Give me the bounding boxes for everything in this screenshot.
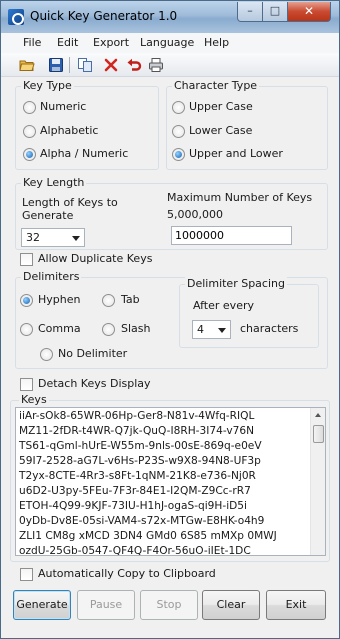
- length-of-keys-label: Length of Keys to Generate: [22, 196, 118, 222]
- undo-icon[interactable]: [126, 57, 142, 73]
- delimiter-hyphen-label[interactable]: Hyphen: [38, 293, 80, 306]
- detach-keys-label[interactable]: Detach Keys Display: [38, 377, 151, 390]
- key-line: MZ11-2fDR-t4WR-Q7jk-QuQ-I8RH-3I74-v76N: [19, 425, 255, 437]
- key-type-alphabetic-radio[interactable]: [23, 125, 36, 138]
- char-type-upper-radio[interactable]: [172, 101, 185, 114]
- save-icon[interactable]: [48, 57, 64, 73]
- window-title: Quick Key Generator 1.0: [30, 9, 178, 23]
- menu-edit[interactable]: Edit: [57, 36, 78, 49]
- delimiters-legend: Delimiters: [21, 270, 82, 283]
- key-type-alphanumeric-radio[interactable]: [23, 148, 36, 161]
- auto-copy-label[interactable]: Automatically Copy to Clipboard: [38, 567, 216, 580]
- scroll-thumb[interactable]: [313, 425, 324, 443]
- character-type-group: Character Type Upper Case Lower Case Upp…: [166, 79, 328, 170]
- max-keys-value: 5,000,000: [167, 208, 223, 221]
- delimiter-tab-radio[interactable]: [102, 294, 115, 307]
- delimiter-hyphen-radio[interactable]: [20, 294, 33, 307]
- delimiters-group: Delimiters Hyphen Tab Comma Slash No Del…: [15, 270, 328, 369]
- delimiter-none-label[interactable]: No Delimiter: [58, 347, 127, 360]
- clear-button[interactable]: Clear: [202, 590, 260, 620]
- copy-icon[interactable]: [77, 57, 93, 73]
- character-type-legend: Character Type: [172, 79, 260, 92]
- delimiter-slash-label[interactable]: Slash: [121, 322, 150, 335]
- delimiter-slash-radio[interactable]: [102, 323, 115, 336]
- key-type-alphanumeric-label[interactable]: Alpha / Numeric: [40, 147, 128, 160]
- allow-duplicates-checkbox[interactable]: [20, 253, 33, 266]
- close-button[interactable]: ✕: [287, 2, 331, 22]
- delimiter-tab-label[interactable]: Tab: [121, 293, 140, 306]
- menu-help[interactable]: Help: [204, 36, 229, 49]
- key-length-value: 32: [26, 231, 40, 244]
- pause-button[interactable]: Pause: [77, 590, 135, 620]
- title-bar: Quick Key Generator 1.0 – □ ✕: [1, 1, 339, 33]
- delimiter-spacing-legend: Delimiter Spacing: [185, 277, 287, 290]
- open-folder-icon[interactable]: [19, 57, 35, 73]
- char-type-lower-radio[interactable]: [172, 125, 185, 138]
- key-length-select[interactable]: 32: [21, 228, 85, 247]
- key-length-group: Key Length Length of Keys to Generate 32…: [15, 176, 328, 250]
- char-type-upper-lower-radio[interactable]: [172, 148, 185, 161]
- delimiter-comma-label[interactable]: Comma: [38, 322, 81, 335]
- menu-file[interactable]: File: [23, 36, 41, 49]
- scroll-up-icon[interactable]: [315, 413, 321, 417]
- chevron-down-icon: [218, 328, 226, 333]
- key-type-numeric-radio[interactable]: [23, 101, 36, 114]
- key-count-input[interactable]: [175, 229, 285, 242]
- detach-keys-checkbox[interactable]: [20, 378, 33, 391]
- toolbar: [1, 53, 339, 77]
- auto-copy-checkbox[interactable]: [20, 568, 33, 581]
- key-line: u6D2-U3py-5FEu-7F3r-84E1-I2QM-Z9Cc-rR7: [19, 485, 251, 497]
- minimize-button[interactable]: –: [237, 2, 263, 22]
- key-line: 59I7-2528-aG7L-v6Hs-P23S-w9X8-94N8-UF3p: [19, 455, 261, 467]
- key-type-group: Key Type Numeric Alphabetic Alpha / Nume…: [15, 79, 159, 170]
- menu-bar: File Edit Export Language Help: [1, 33, 339, 53]
- delimiter-spacing-value: 4: [197, 323, 204, 336]
- key-line: ETOH-4Q99-9KJF-73IU-H1hJ-ogaS-qi9H-iD5i: [19, 500, 247, 512]
- after-every-label: After every: [193, 299, 254, 312]
- chevron-down-icon: [72, 236, 80, 241]
- keys-textarea[interactable]: iiAr-sOk8-65WR-06Hp-Ger8-N81v-4Wfq-RIQL …: [15, 407, 326, 556]
- menu-language[interactable]: Language: [140, 36, 194, 49]
- key-line: ZLI1 CM8g xMCD 3DN4 GMd0 6S85 mMXp 0MWJ: [19, 530, 277, 542]
- key-line: 0yDb-Dv8E-05si-VAM4-s72x-MTGw-E8HK-o4h9: [19, 515, 265, 527]
- stop-button[interactable]: Stop: [140, 590, 198, 620]
- delimiter-spacing-select[interactable]: 4: [192, 320, 231, 339]
- maximize-button[interactable]: □: [262, 2, 288, 22]
- app-icon: [8, 9, 24, 25]
- key-length-legend: Key Length: [21, 176, 87, 189]
- key-line: iiAr-sOk8-65WR-06Hp-Ger8-N81v-4Wfq-RIQL: [19, 410, 255, 422]
- key-type-numeric-label[interactable]: Numeric: [40, 100, 86, 113]
- key-count-field[interactable]: [171, 226, 292, 245]
- allow-duplicates-label[interactable]: Allow Duplicate Keys: [38, 252, 152, 265]
- keys-legend: Keys: [19, 393, 49, 406]
- toolbar-separator: [69, 57, 70, 73]
- key-line: TS61-qGml-hUrE-W55m-9nls-00sE-869q-e0eV: [19, 440, 262, 452]
- key-line: ozdU-25Gb-0547-QF4Q-F4Or-56uO-iIEt-1DC: [19, 545, 251, 556]
- exit-button[interactable]: Exit: [266, 590, 326, 620]
- delimiter-spacing-group: Delimiter Spacing After every 4 characte…: [179, 277, 319, 348]
- generate-button[interactable]: Generate: [13, 590, 71, 620]
- max-keys-label: Maximum Number of Keys: [167, 191, 313, 204]
- key-type-alphabetic-label[interactable]: Alphabetic: [40, 124, 98, 137]
- menu-export[interactable]: Export: [93, 36, 129, 49]
- app-window: Quick Key Generator 1.0 – □ ✕ File Edit …: [0, 0, 340, 639]
- key-line: T2yx-8CTE-4Rr3-s8Ft-1qNM-21K8-e736-Nj0R: [19, 470, 256, 482]
- delimiter-comma-radio[interactable]: [20, 323, 33, 336]
- delete-icon[interactable]: [103, 57, 119, 73]
- char-type-upper-lower-label[interactable]: Upper and Lower: [189, 147, 283, 160]
- char-type-lower-label[interactable]: Lower Case: [189, 124, 252, 137]
- char-type-upper-label[interactable]: Upper Case: [189, 100, 253, 113]
- print-icon[interactable]: [148, 57, 164, 73]
- delimiter-none-radio[interactable]: [40, 348, 53, 361]
- key-type-legend: Key Type: [21, 79, 74, 92]
- keys-scrollbar[interactable]: [310, 408, 325, 555]
- characters-label: characters: [240, 322, 299, 335]
